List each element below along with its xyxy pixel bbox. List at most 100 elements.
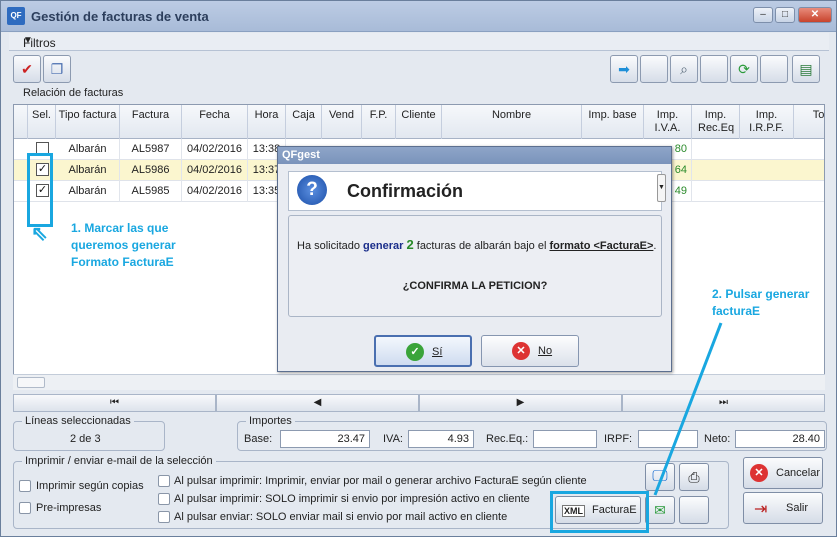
highlight-checkboxes [27, 153, 53, 227]
iva-label: IVA: [383, 433, 403, 445]
lineas-group: Líneas seleccionadas 2 de 3 [13, 415, 165, 451]
cell-factura: AL5985 [120, 181, 182, 202]
cancel-label: Cancelar [776, 467, 821, 479]
toolbar-blank-button-3[interactable] [760, 55, 788, 83]
cancel-icon: ✕ [750, 464, 768, 482]
importes-group: Importes Base: 23.47 IVA: 4.93 Rec.Eq.: … [237, 415, 827, 451]
print-mode-2-checkbox[interactable] [158, 493, 170, 505]
toolbar: ✔ ❐ ➡ ⌕ ⟳ ▤ [9, 53, 829, 85]
no-label: No [538, 345, 553, 357]
dialog-message-panel: Ha solicitado generar 2 facturas de alba… [288, 215, 662, 317]
annotation-step2: 2. Pulsar generar facturaE [712, 287, 810, 318]
scrollbar-thumb[interactable] [17, 377, 45, 388]
dialog-heading: Confirmación [347, 181, 464, 201]
main-window: QF Gestión de facturas de venta – □ ✕ Fi… [0, 0, 837, 537]
col-imp-receq[interactable]: Imp. Rec.Eq [692, 105, 740, 139]
neto-field[interactable]: 28.40 [735, 430, 825, 448]
cell-tipo: Albarán [56, 160, 120, 181]
msg-format: formato <FacturaE> [549, 240, 654, 252]
no-button[interactable]: ✕ No [481, 335, 579, 367]
chevron-down-icon[interactable]: ▼ [23, 35, 827, 46]
print-mode-2-label: Al pulsar imprimir: SOLO imprimir si env… [174, 493, 530, 505]
question-icon: ? [297, 175, 327, 205]
close-icon: ✕ [512, 342, 530, 360]
receq-field[interactable] [533, 430, 597, 448]
msg-count: 2 [406, 237, 414, 252]
uncheck-all-icon[interactable]: ❐ [43, 55, 71, 83]
toolbar-blank-button-2[interactable] [700, 55, 728, 83]
cell-tipo: Albarán [56, 139, 120, 160]
table-header: Sel. Tipo factura Factura Fecha Hora Caj… [14, 105, 824, 139]
arrow-up-icon: ⇖ [31, 223, 48, 245]
exit-button[interactable]: ⇥ Salir [743, 492, 823, 524]
cell-factura: AL5987 [120, 139, 182, 160]
base-field[interactable]: 23.47 [280, 430, 370, 448]
cell-tipo: Albarán [56, 181, 120, 202]
arrow-right-icon[interactable]: ➡ [610, 55, 638, 83]
check-icon: ✓ [406, 343, 424, 361]
col-caja[interactable]: Caja [286, 105, 322, 139]
highlight-facturae [550, 491, 649, 533]
exit-label: Salir [786, 502, 809, 514]
msg-end: . [653, 240, 657, 252]
yes-button[interactable]: ✓ Sí [374, 335, 472, 367]
print-mode-3-label: Al pulsar enviar: SOLO enviar mail si en… [174, 511, 508, 523]
cell-factura: AL5986 [120, 160, 182, 181]
col-vend[interactable]: Vend [322, 105, 362, 139]
grid-caption: Relación de facturas [23, 87, 124, 99]
refresh-icon[interactable]: ⟳ [730, 55, 758, 83]
confirm-dialog: QFgest ? Confirmación ▼ Ha solicitado ge… [277, 146, 672, 372]
msg-verb: generar [363, 240, 404, 252]
col-tipo[interactable]: Tipo factura [56, 105, 120, 139]
col-total[interactable]: To [794, 105, 824, 139]
col-fp[interactable]: F.P. [362, 105, 396, 139]
col-fecha[interactable]: Fecha [182, 105, 248, 139]
col-sel[interactable]: Sel. [28, 105, 56, 139]
check-all-icon[interactable]: ✔ [13, 55, 41, 83]
col-hora[interactable]: Hora [248, 105, 286, 139]
window-title: Gestión de facturas de venta [31, 9, 209, 24]
msg-pre: Ha solicitado [297, 240, 364, 252]
col-nombre[interactable]: Nombre [442, 105, 582, 139]
importes-label: Importes [246, 415, 295, 427]
receq-label: Rec.Eq.: [486, 433, 529, 445]
cancel-button[interactable]: ✕ Cancelar [743, 457, 823, 489]
export-excel-icon[interactable]: ▤ [792, 55, 820, 83]
print-mode-1-checkbox[interactable] [158, 475, 170, 487]
copies-checkbox[interactable] [19, 480, 31, 492]
toolbar-blank-button[interactable] [640, 55, 668, 83]
col-imp-iva[interactable]: Imp. I.V.A. [644, 105, 692, 139]
col-factura[interactable]: Factura [120, 105, 182, 139]
iva-field[interactable]: 4.93 [408, 430, 474, 448]
lineas-value: 2 de 3 [70, 433, 101, 445]
dialog-header: ? Confirmación ▼ [288, 171, 666, 211]
irpf-label: IRPF: [604, 433, 633, 445]
next-record-button[interactable]: ▶ [419, 394, 622, 412]
dialog-scroll[interactable]: ▼ [657, 174, 666, 202]
col-cliente[interactable]: Cliente [396, 105, 442, 139]
dialog-message: Ha solicitado generar 2 facturas de alba… [297, 237, 656, 252]
maximize-button[interactable]: □ [775, 7, 795, 23]
preprinted-label: Pre-impresas [36, 502, 102, 514]
col-imp-base[interactable]: Imp. base [582, 105, 644, 139]
filters-bar[interactable]: Filtros ▼ [9, 33, 829, 51]
col-imp-irpf[interactable]: Imp. I.R.P.F. [740, 105, 794, 139]
msg-mid: facturas de albarán bajo el [413, 240, 550, 252]
print-mode-3-checkbox[interactable] [158, 511, 170, 523]
print-group-label: Imprimir / enviar e-mail de la selección [22, 455, 216, 467]
base-label: Base: [244, 433, 273, 445]
search-icon[interactable]: ⌕ [670, 55, 698, 83]
cell-fecha: 04/02/2016 [182, 139, 248, 160]
first-record-button[interactable]: ⏮ [13, 394, 216, 412]
dialog-title: QFgest [278, 147, 671, 164]
close-button[interactable]: ✕ [798, 7, 832, 23]
cell-fecha: 04/02/2016 [182, 160, 248, 181]
prev-record-button[interactable]: ◀ [216, 394, 419, 412]
print-mode-1-label: Al pulsar imprimir: Imprimir, enviar por… [174, 475, 587, 487]
cell-fecha: 04/02/2016 [182, 181, 248, 202]
minimize-button[interactable]: – [753, 7, 773, 23]
copies-label: Imprimir según copias [36, 480, 144, 492]
preprinted-checkbox[interactable] [19, 502, 31, 514]
annotation-step1: 1. Marcar las que queremos generar Forma… [71, 221, 176, 269]
lineas-label: Líneas seleccionadas [22, 415, 134, 427]
